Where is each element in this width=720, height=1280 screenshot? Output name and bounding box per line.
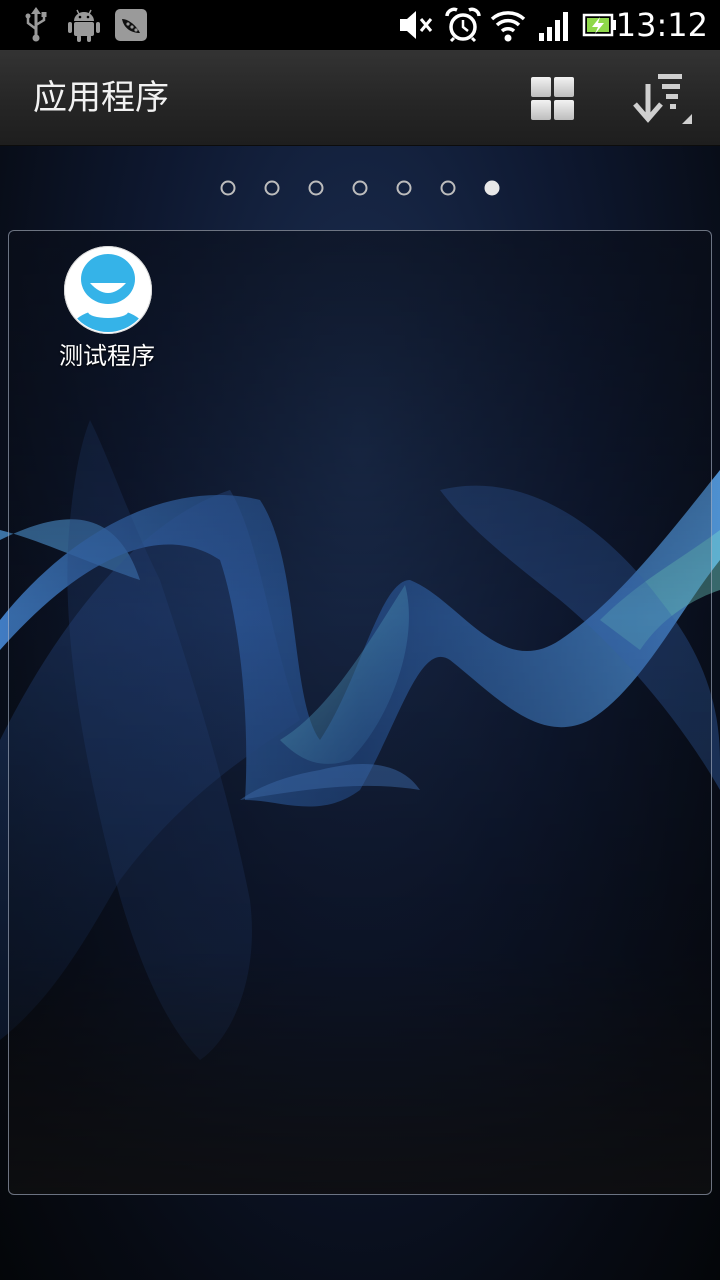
status-bar: 13:12	[0, 0, 720, 50]
page-title: 应用程序	[33, 78, 169, 118]
alarm-icon	[445, 7, 481, 43]
page-dot[interactable]	[220, 180, 236, 196]
app-item-test[interactable]: 测试程序	[47, 243, 167, 373]
sort-icon	[633, 74, 692, 124]
page-indicator	[220, 180, 500, 196]
app-notification-icon	[115, 9, 147, 41]
home-screen: 13:12 应用程序 测试程序	[0, 0, 720, 1280]
mute-icon	[400, 11, 433, 39]
grid-view-icon	[531, 77, 574, 120]
grid-view-button[interactable]	[520, 68, 584, 132]
page-dot[interactable]	[264, 180, 280, 196]
clock: 13:12	[615, 6, 708, 44]
app-label: 测试程序	[59, 342, 155, 370]
page-dot[interactable]	[352, 180, 368, 196]
page-dot[interactable]	[308, 180, 324, 196]
battery-charging-icon	[582, 13, 616, 37]
page-dot[interactable]	[396, 180, 412, 196]
app-drawer-panel: 测试程序	[8, 230, 712, 1195]
sort-button[interactable]	[624, 66, 700, 134]
page-dot-active[interactable]	[484, 180, 500, 196]
wifi-icon	[490, 11, 526, 42]
android-debug-icon	[68, 9, 100, 42]
signal-icon	[539, 12, 568, 41]
page-dot[interactable]	[440, 180, 456, 196]
smiley-face-icon	[64, 246, 152, 334]
action-bar: 应用程序	[0, 50, 720, 146]
usb-icon	[25, 7, 47, 42]
